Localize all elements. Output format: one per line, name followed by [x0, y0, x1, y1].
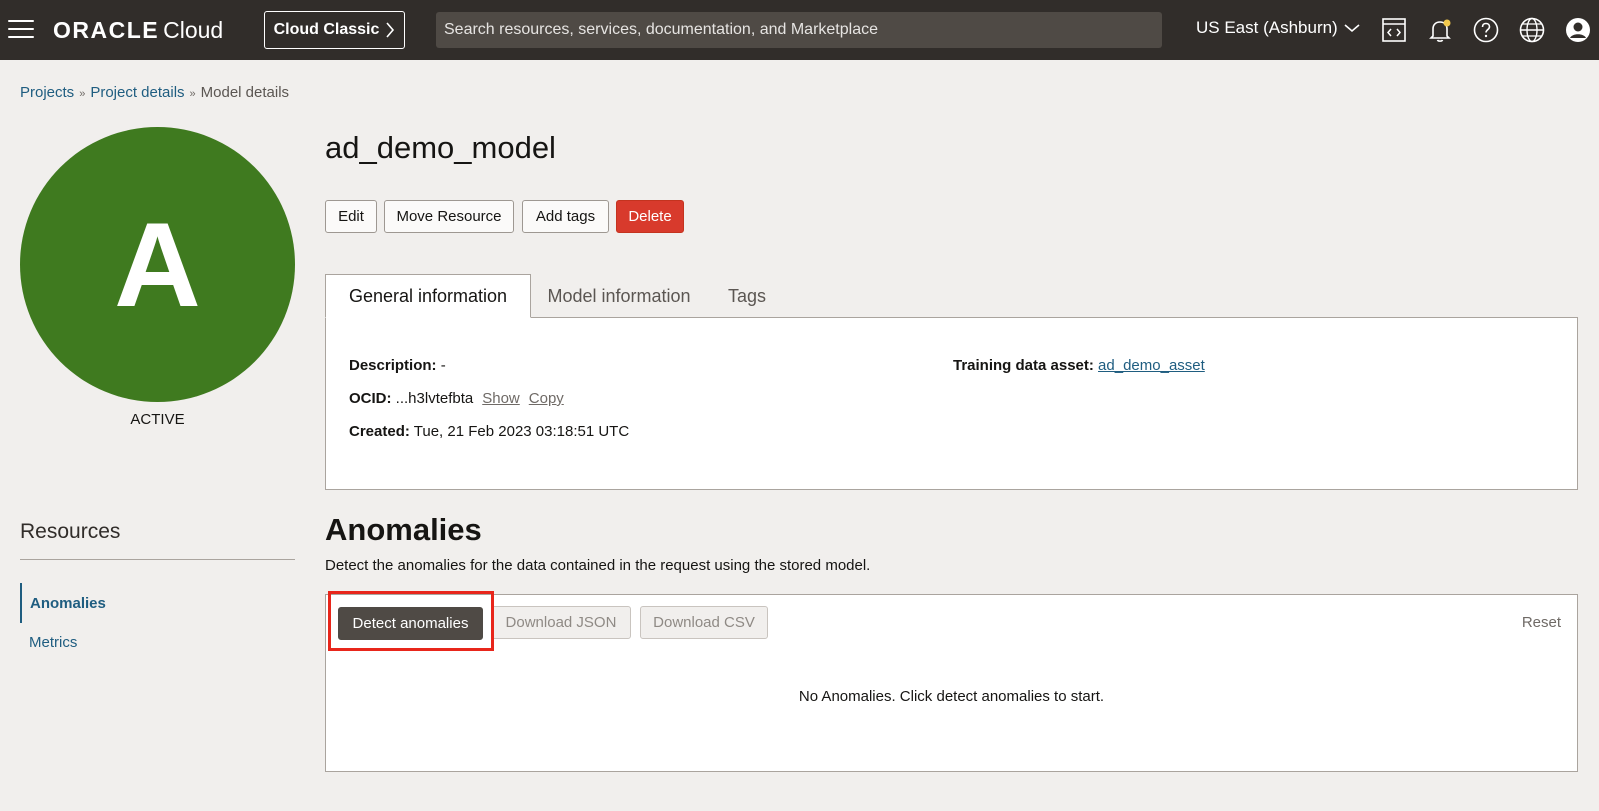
- ocid-label: OCID:: [349, 390, 392, 407]
- cloud-classic-button[interactable]: Cloud Classic: [264, 11, 405, 49]
- model-avatar: A: [20, 127, 295, 402]
- move-resource-button[interactable]: Move Resource: [384, 200, 514, 233]
- breadcrumb-project-details[interactable]: Project details: [90, 84, 184, 101]
- brand-secondary: Cloud: [163, 17, 224, 43]
- download-csv-button[interactable]: Download CSV: [640, 606, 768, 639]
- description-value: -: [440, 357, 446, 374]
- oracle-cloud-logo[interactable]: ORACLE Cloud: [53, 17, 223, 43]
- sidebar-item-metrics[interactable]: Metrics: [20, 622, 295, 662]
- reset-link[interactable]: Reset: [1522, 614, 1561, 631]
- search-input[interactable]: [436, 12, 1162, 48]
- help-icon[interactable]: [1472, 16, 1500, 44]
- region-selector[interactable]: US East (Ashburn): [1196, 18, 1360, 38]
- code-editor-icon[interactable]: [1380, 16, 1408, 44]
- user-icon[interactable]: [1564, 16, 1592, 44]
- breadcrumb-separator: »: [79, 88, 86, 100]
- breadcrumb: Projects » Project details » Model details: [20, 84, 289, 101]
- created-row: Created: Tue, 21 Feb 2023 03:18:51 UTC: [349, 423, 629, 440]
- delete-button[interactable]: Delete: [616, 200, 684, 233]
- tab-general-information[interactable]: General information: [325, 274, 531, 318]
- resources-title: Resources: [20, 520, 121, 543]
- created-label: Created:: [349, 423, 410, 440]
- ocid-show-link[interactable]: Show: [482, 390, 520, 407]
- top-bar: ORACLECloud Cloud Classic US East (Ashbu…: [0, 0, 1599, 60]
- ocid-value: ...h3lvtefbta: [395, 390, 474, 407]
- bell-icon[interactable]: [1426, 16, 1454, 44]
- tab-tags[interactable]: Tags: [707, 274, 787, 318]
- tab-model-information[interactable]: Model information: [531, 274, 707, 318]
- anomalies-description: Detect the anomalies for the data contai…: [325, 557, 871, 574]
- detect-anomalies-button[interactable]: Detect anomalies: [338, 607, 483, 640]
- ocid-row: OCID: ...h3lvtefbta Show Copy: [349, 390, 564, 407]
- breadcrumb-separator: »: [189, 88, 196, 100]
- training-asset-link[interactable]: ad_demo_asset: [1098, 357, 1205, 374]
- region-label: US East (Ashburn): [1196, 18, 1338, 37]
- globe-icon[interactable]: [1518, 16, 1546, 44]
- menu-icon[interactable]: [8, 20, 34, 40]
- anomalies-toolbar: Detect anomalies Download JSON Download …: [325, 594, 1578, 651]
- page-title: ad_demo_model: [325, 130, 556, 165]
- ocid-copy-link[interactable]: Copy: [529, 390, 564, 407]
- add-tags-button[interactable]: Add tags: [522, 200, 609, 233]
- download-json-button[interactable]: Download JSON: [491, 606, 631, 639]
- resources-divider: [20, 559, 295, 560]
- cloud-classic-label: Cloud Classic: [273, 21, 380, 38]
- empty-state-message: No Anomalies. Click detect anomalies to …: [798, 688, 1105, 705]
- brand-primary: ORACLE: [53, 17, 160, 43]
- chevron-right-icon: [386, 22, 395, 38]
- anomalies-results-panel: No Anomalies. Click detect anomalies to …: [325, 650, 1578, 772]
- breadcrumb-current: Model details: [200, 84, 290, 101]
- avatar-letter: A: [114, 197, 201, 332]
- training-asset-row: Training data asset: ad_demo_asset: [953, 357, 1205, 374]
- chevron-down-icon: [1344, 24, 1360, 33]
- general-information-panel: Description: - OCID: ...h3lvtefbta Show Co…: [325, 317, 1578, 490]
- status-badge: ACTIVE: [130, 411, 185, 428]
- description-row: Description: -: [349, 357, 446, 374]
- created-value: Tue, 21 Feb 2023 03:18:51 UTC: [413, 423, 630, 440]
- description-label: Description:: [349, 357, 437, 374]
- edit-button[interactable]: Edit: [325, 200, 377, 233]
- sidebar-item-anomalies[interactable]: Anomalies: [20, 583, 295, 623]
- anomalies-title: Anomalies: [325, 512, 482, 547]
- training-asset-label: Training data asset:: [953, 357, 1094, 374]
- breadcrumb-projects[interactable]: Projects: [20, 84, 74, 101]
